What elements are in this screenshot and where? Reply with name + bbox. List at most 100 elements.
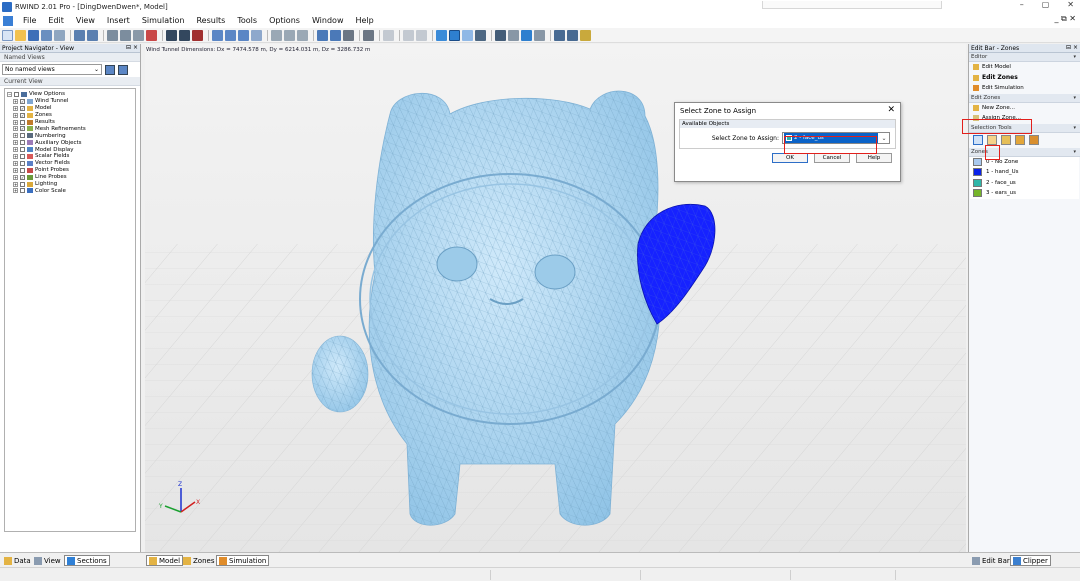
- tree-checkbox[interactable]: [20, 181, 25, 187]
- named-views-combo[interactable]: No named views ⌄: [2, 64, 102, 75]
- expand-icon[interactable]: +: [13, 140, 18, 146]
- zone-item[interactable]: 2 - face_us: [970, 178, 1079, 189]
- tab-edit-bar[interactable]: Edit Bar: [970, 555, 1012, 566]
- expand-icon[interactable]: −: [7, 91, 12, 97]
- close-icon[interactable]: ✕: [887, 105, 895, 115]
- tree-item[interactable]: + Results: [7, 119, 133, 126]
- menu-simulation[interactable]: Simulation: [142, 16, 185, 25]
- rotate-icon[interactable]: [179, 29, 190, 41]
- close-window-button[interactable]: ✕: [1067, 0, 1074, 9]
- new-file-icon[interactable]: [2, 29, 13, 41]
- editor-section[interactable]: Editor ▾: [969, 53, 1080, 62]
- mesh-refine-icon[interactable]: [120, 29, 131, 41]
- expand-icon[interactable]: +: [13, 119, 18, 125]
- chevron-down-icon[interactable]: ⌄: [879, 135, 889, 142]
- pin-close-icon[interactable]: ⊟ ×: [126, 44, 138, 51]
- open-folder-icon[interactable]: [15, 29, 26, 41]
- expand-icon[interactable]: +: [13, 160, 18, 166]
- menu-tools[interactable]: Tools: [237, 16, 257, 25]
- tree-checkbox[interactable]: ✓: [20, 105, 25, 111]
- select-icon[interactable]: [436, 29, 447, 41]
- tree-checkbox[interactable]: [20, 160, 25, 166]
- tree-item[interactable]: + Color Scale: [7, 187, 133, 194]
- menu-help[interactable]: Help: [355, 16, 373, 25]
- probe-icon[interactable]: [475, 29, 486, 41]
- expand-icon[interactable]: +: [13, 98, 18, 104]
- select-connected-icon[interactable]: [1015, 135, 1025, 145]
- tree-item[interactable]: + ✓ Line Probes: [7, 174, 133, 181]
- select-filter-icon[interactable]: [987, 135, 997, 145]
- animate-icon[interactable]: [567, 29, 578, 41]
- menu-edit[interactable]: Edit: [48, 16, 64, 25]
- section-icon[interactable]: [403, 29, 414, 41]
- zone-item[interactable]: 1 - hand_Us: [970, 167, 1079, 178]
- menu-results[interactable]: Results: [196, 16, 225, 25]
- help-button[interactable]: Help: [856, 153, 892, 163]
- tab-data[interactable]: Data: [2, 555, 33, 566]
- cancel-button[interactable]: Cancel: [814, 153, 850, 163]
- tab-model[interactable]: Model: [146, 555, 184, 566]
- expand-icon[interactable]: +: [13, 174, 18, 180]
- edit-zones-item[interactable]: Edit Zones: [969, 73, 1080, 84]
- select-pointer-icon[interactable]: [973, 135, 983, 145]
- zoom-all-icon[interactable]: [166, 29, 177, 41]
- tree-checkbox[interactable]: ✓: [20, 126, 25, 132]
- expand-icon[interactable]: +: [13, 133, 18, 139]
- document-icon[interactable]: [3, 15, 13, 26]
- tab-clipper[interactable]: Clipper: [1010, 555, 1051, 566]
- view-front-icon[interactable]: [212, 29, 223, 41]
- redo-icon[interactable]: [87, 29, 98, 41]
- print-icon[interactable]: [54, 29, 65, 41]
- save-all-icon[interactable]: [41, 29, 52, 41]
- expand-icon[interactable]: +: [13, 153, 18, 159]
- clipping-icon[interactable]: [416, 29, 427, 41]
- tree-checkbox[interactable]: [14, 91, 19, 97]
- tree-checkbox[interactable]: [20, 119, 25, 125]
- zoom-out-icon[interactable]: [284, 29, 295, 41]
- tree-checkbox[interactable]: [20, 167, 25, 173]
- tree-item[interactable]: + ✓ Mesh Refinements: [7, 125, 133, 132]
- tab-simulation[interactable]: Simulation: [216, 555, 270, 566]
- tree-item[interactable]: + Auxiliary Objects: [7, 139, 133, 146]
- ok-button[interactable]: OK: [772, 153, 808, 163]
- zone-item[interactable]: 3 - ears_us: [970, 188, 1079, 199]
- mesh-icon[interactable]: [107, 29, 118, 41]
- vector-icon[interactable]: [495, 29, 506, 41]
- select-surface-icon[interactable]: [1029, 135, 1039, 145]
- tab-view[interactable]: View: [32, 555, 63, 566]
- expand-icon[interactable]: +: [13, 167, 18, 173]
- tree-item[interactable]: + Vector Fields: [7, 160, 133, 167]
- select-region-icon[interactable]: [1001, 135, 1011, 145]
- tree-item[interactable]: + Point Probes: [7, 167, 133, 174]
- display-mode-dropdown-icon[interactable]: [343, 29, 354, 41]
- view-iso-icon[interactable]: [251, 29, 262, 41]
- save-icon[interactable]: [28, 29, 39, 41]
- tree-checkbox[interactable]: ✓: [20, 112, 25, 118]
- expand-icon[interactable]: +: [13, 147, 18, 153]
- title-search-box[interactable]: [762, 1, 942, 9]
- new-zone-item[interactable]: New Zone...: [969, 103, 1080, 114]
- edit-simulation-item[interactable]: Edit Simulation: [969, 83, 1080, 94]
- undo-icon[interactable]: [74, 29, 85, 41]
- model-check-icon[interactable]: [146, 29, 157, 41]
- select-window-icon[interactable]: [449, 29, 460, 41]
- restore-view-icon[interactable]: [118, 64, 128, 75]
- grid-icon[interactable]: [133, 29, 144, 41]
- tree-checkbox[interactable]: [20, 188, 25, 194]
- tree-checkbox[interactable]: [20, 140, 25, 146]
- tree-item[interactable]: + ✓ Wind Tunnel: [7, 98, 133, 105]
- tree-checkbox[interactable]: [20, 133, 25, 139]
- tree-item[interactable]: + Model Display: [7, 146, 133, 153]
- save-view-icon[interactable]: [105, 64, 115, 75]
- line-icon[interactable]: [508, 29, 519, 41]
- mdi-window-controls[interactable]: _ ⧉ ✕: [1054, 14, 1076, 24]
- expand-icon[interactable]: +: [13, 105, 18, 111]
- tree-item[interactable]: + ✓ Zones: [7, 112, 133, 119]
- tree-item[interactable]: + ✓ Model: [7, 105, 133, 112]
- menu-window[interactable]: Window: [312, 16, 344, 25]
- tree-checkbox[interactable]: ✓: [20, 98, 25, 104]
- menu-insert[interactable]: Insert: [107, 16, 130, 25]
- tree-item[interactable]: + Numbering: [7, 132, 133, 139]
- display-wire-icon[interactable]: [330, 29, 341, 41]
- menu-file[interactable]: File: [23, 16, 36, 25]
